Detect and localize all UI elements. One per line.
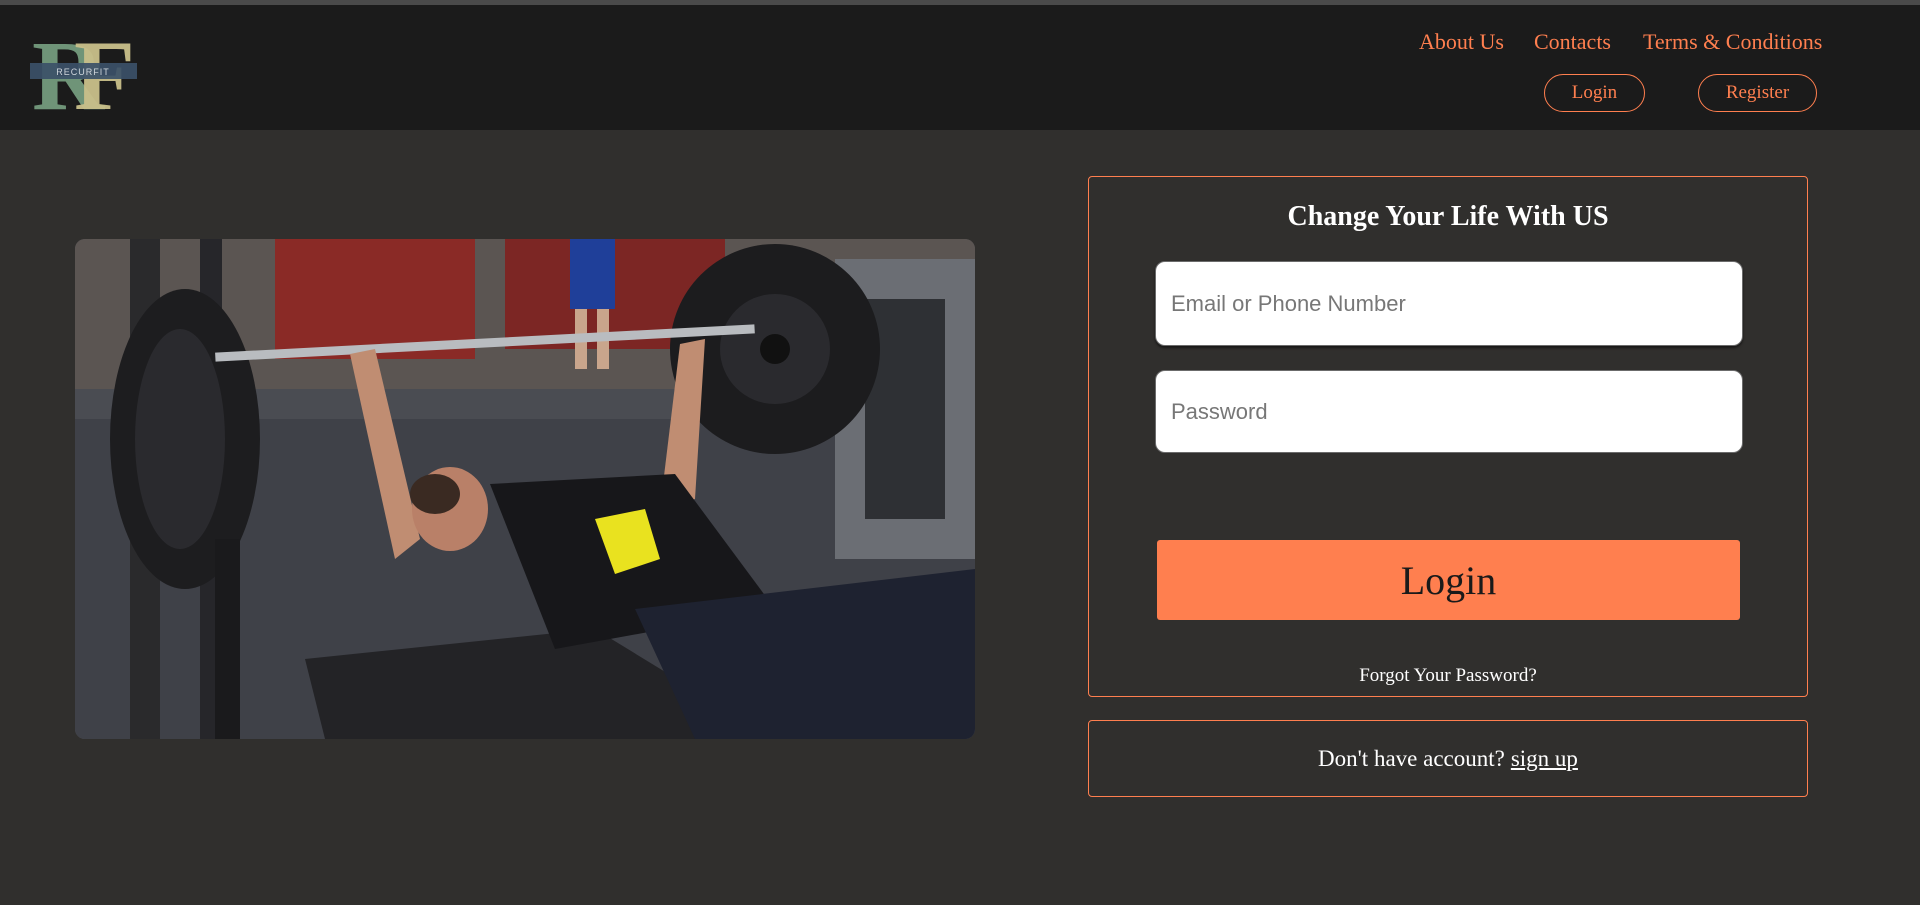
signup-link[interactable]: sign up [1511,746,1578,772]
header-register-button[interactable]: Register [1698,74,1817,112]
login-card-title: Change Your Life With US [1287,201,1609,232]
nav-contacts[interactable]: Contacts [1534,29,1611,55]
logo-wordmark: RECURFIT [56,67,110,77]
nav-terms-conditions[interactable]: Terms & Conditions [1643,29,1822,55]
password-field[interactable] [1155,370,1743,453]
header-login-button[interactable]: Login [1544,74,1645,112]
signup-prompt: Don't have account? [1318,745,1505,771]
site-header: R F RECURFIT About Us Contacts Terms & C… [0,5,1920,130]
login-submit-button[interactable]: Login [1157,540,1740,620]
email-field[interactable] [1155,261,1743,346]
recurfit-logo[interactable]: R F RECURFIT [30,25,145,117]
hero-gym-photo [75,239,975,739]
nav-about-us[interactable]: About Us [1419,29,1504,55]
login-card: Change Your Life With US Login Forgot Yo… [1088,176,1808,697]
forgot-password-link[interactable]: Forgot Your Password? [1089,665,1807,687]
signup-card: Don't have account? sign up [1088,720,1808,797]
